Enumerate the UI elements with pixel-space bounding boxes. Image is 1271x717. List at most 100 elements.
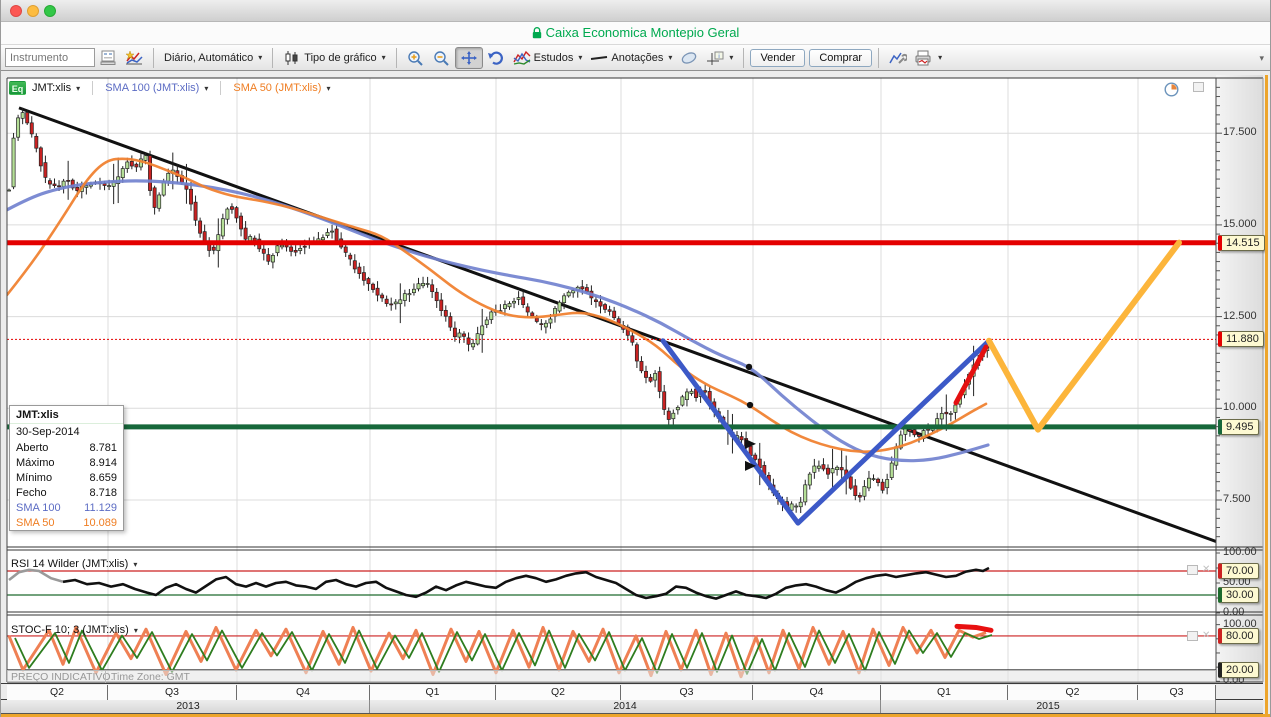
close-pane-icon[interactable]: ✕ (1202, 631, 1210, 641)
window-title-bar: Caixa Economica Montepio Geral (1, 22, 1270, 44)
tooltip-row: Aberto8.781 (10, 440, 123, 455)
main-pane-icons (1164, 82, 1204, 97)
chevron-down-icon: ▾ (133, 560, 137, 569)
price-chart-svg[interactable] (1, 71, 1271, 717)
chevron-down-icon: ▾ (204, 84, 208, 93)
price-tick-label: 15.000 (1223, 218, 1257, 230)
chevron-down-icon: ▾ (258, 53, 262, 62)
equity-badge: Eq (9, 81, 26, 95)
undo-icon (487, 50, 505, 66)
rsi-pane-icons: ✕ (1187, 565, 1210, 575)
clock-icon[interactable] (1164, 82, 1179, 97)
price-callout: 14.515 (1218, 235, 1265, 251)
studies-label: Estudos (534, 52, 574, 64)
tooltip-row: Máximo8.914 (10, 455, 123, 470)
quarter-cell[interactable]: Q2 (496, 685, 621, 700)
legend-symbol[interactable]: JMT:xlis ▾ (32, 82, 80, 94)
studies-icon (513, 50, 531, 66)
quarter-cell[interactable]: Q2 (1008, 685, 1138, 700)
year-cell: 2013 (7, 700, 370, 713)
rsi-callout: 30.00 (1218, 587, 1259, 603)
restore-pane-icon[interactable] (1187, 631, 1198, 641)
annotations-label: Anotações (611, 52, 663, 64)
tooltip-row: SMA 10011.129 (10, 500, 123, 515)
price-tick-label: 12.500 (1223, 310, 1257, 322)
quarter-cell[interactable]: Q2 (7, 685, 108, 700)
legend-sma50[interactable]: SMA 50 (JMT:xlis) ▾ (233, 82, 330, 94)
price-tick-label: 10.000 (1223, 401, 1257, 413)
minimize-window-button[interactable] (27, 5, 39, 17)
quarter-cell[interactable]: Q3 (1138, 685, 1216, 700)
chart-right-border (1265, 75, 1268, 716)
chart-wrench-icon (889, 50, 907, 66)
time-axis-years: 201320142015 (1, 700, 1263, 714)
pan-arrows-icon (460, 50, 478, 66)
close-window-button[interactable] (10, 5, 22, 17)
rsi-label-text: RSI 14 Wilder (JMT:xlis) (11, 558, 128, 570)
time-axis-quarters[interactable]: Q2Q3Q4Q1Q2Q3Q4Q1Q2Q3 (1, 683, 1263, 700)
zoom-out-icon (433, 50, 451, 66)
tooltip-date: 30-Sep-2014 (10, 424, 123, 440)
price-callout: 9.495 (1218, 419, 1259, 435)
period-dropdown[interactable]: Diário, Automático▾ (160, 50, 266, 66)
price-tick-label: 17.500 (1223, 126, 1257, 138)
crosshair-info-dropdown[interactable]: i ▾ (702, 48, 737, 68)
stoc-label-text: STOC-F 10; 3 (JMT:xlis) (11, 624, 129, 636)
pan-tool-button[interactable] (455, 47, 483, 69)
quarter-cell[interactable]: Q1 (881, 685, 1008, 700)
buy-button[interactable]: Comprar (809, 49, 872, 67)
toolbar-separator (878, 48, 879, 68)
chevron-down-icon: ▾ (578, 53, 582, 62)
sell-button[interactable]: Vender (750, 49, 805, 67)
chart-type-dropdown[interactable]: Tipo de gráfico▾ (279, 48, 389, 68)
chart-shortcut-button[interactable] (121, 48, 147, 68)
sma100-label: SMA 100 (JMT:xlis) (105, 82, 199, 94)
ohlc-tooltip: JMT:xlis 30-Sep-2014 Aberto8.781Máximo8.… (9, 405, 124, 531)
chevron-down-icon: ▾ (382, 53, 386, 62)
tooltip-row: SMA 5010.089 (10, 515, 123, 530)
quarter-cell[interactable]: Q4 (753, 685, 881, 700)
window-title: Caixa Economica Montepio Geral (546, 25, 740, 40)
undo-button[interactable] (483, 48, 509, 68)
application-window: Caixa Economica Montepio Geral Diário, A… (0, 0, 1271, 717)
chevron-down-icon: ▾ (938, 53, 942, 62)
symbol-board-icon (99, 50, 117, 66)
stoc-pane-label[interactable]: STOC-F 10; 3 (JMT:xlis) ▾ (11, 624, 138, 636)
toolbar-overflow-button[interactable]: ▾ (1259, 53, 1264, 64)
tooltip-symbol: JMT:xlis (10, 406, 123, 424)
chevron-down-icon: ▾ (134, 626, 138, 635)
chevron-down-icon: ▾ (729, 53, 733, 62)
status-band: PREÇO INDICATIVO. Time Zone: GMT (7, 670, 1216, 682)
price-callout: 11.880 (1218, 331, 1264, 347)
tooltip-row: Mínimo8.659 (10, 470, 123, 485)
quarter-cell[interactable]: Q3 (108, 685, 237, 700)
stoc-callout: 80.00 (1218, 628, 1259, 644)
crosshair-info-icon: i (706, 50, 724, 66)
quarter-cell[interactable]: Q4 (237, 685, 370, 700)
print-dropdown[interactable]: ▾ (911, 48, 946, 68)
zoom-out-button[interactable] (429, 48, 455, 68)
timezone-label: Time Zone: GMT (111, 671, 190, 683)
chart-legend: Eq JMT:xlis ▾ SMA 100 (JMT:xlis) ▾ SMA 5… (9, 80, 331, 96)
symbol-lookup-button[interactable] (95, 48, 121, 68)
rsi-pane-label[interactable]: RSI 14 Wilder (JMT:xlis) ▾ (11, 558, 137, 570)
toolbar-separator (743, 48, 744, 68)
maximize-pane-icon[interactable] (1193, 82, 1204, 92)
chart-star-icon (125, 50, 143, 66)
quarter-cell[interactable]: Q1 (370, 685, 496, 700)
studies-dropdown[interactable]: Estudos ▾ (509, 48, 587, 68)
stoc-callout: 20.00 (1218, 662, 1259, 678)
eraser-button[interactable] (676, 48, 702, 68)
zoom-in-button[interactable] (403, 48, 429, 68)
quarter-cell[interactable]: Q3 (621, 685, 753, 700)
zoom-window-button[interactable] (44, 5, 56, 17)
legend-sma100[interactable]: SMA 100 (JMT:xlis) ▾ (105, 82, 208, 94)
eraser-icon (680, 50, 698, 66)
close-pane-icon[interactable]: ✕ (1202, 565, 1210, 575)
toolbar-separator (272, 48, 273, 68)
chevron-down-icon: ▾ (326, 84, 330, 93)
annotations-dropdown[interactable]: Anotações▾ (586, 48, 676, 68)
chart-settings-button[interactable] (885, 48, 911, 68)
restore-pane-icon[interactable] (1187, 565, 1198, 575)
instrument-input[interactable] (5, 48, 95, 67)
